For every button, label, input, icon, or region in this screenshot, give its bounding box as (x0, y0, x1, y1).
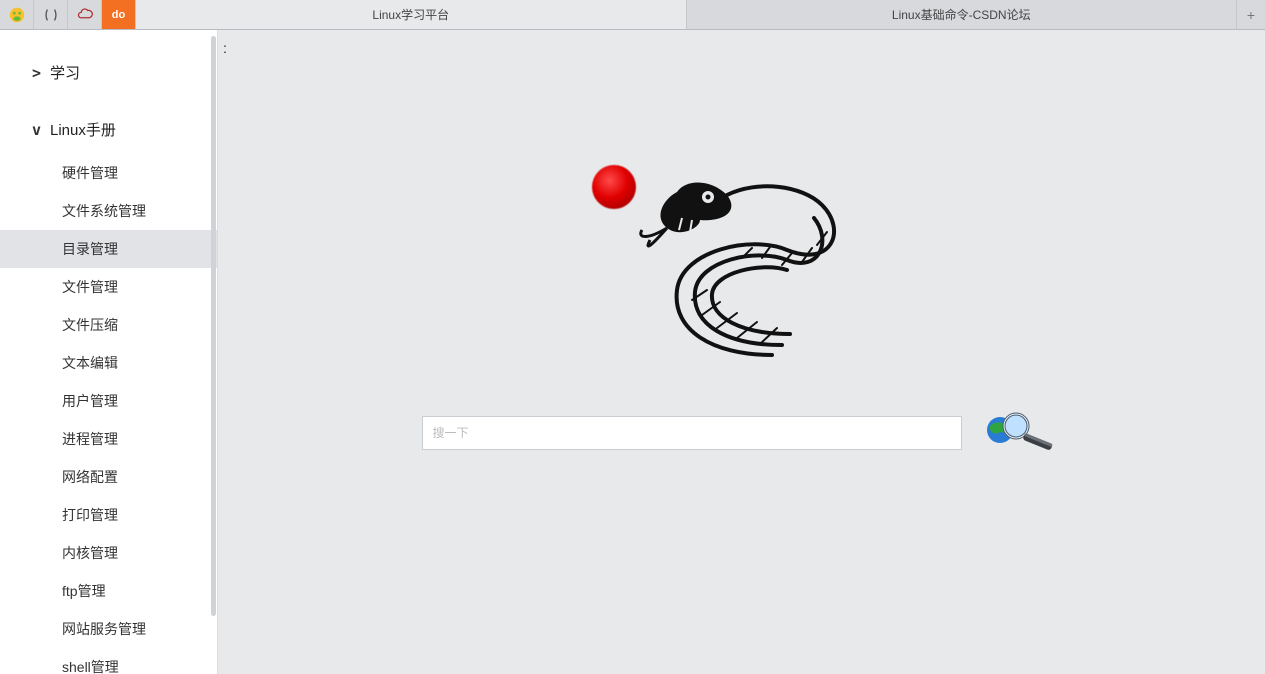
manual-item-filesystem[interactable]: 文件系统管理 (0, 192, 217, 230)
search-input[interactable] (422, 416, 962, 450)
chevron-right-icon: > (32, 64, 50, 82)
tab-linux-study[interactable]: Linux学习平台 (136, 0, 687, 29)
manual-item-directory[interactable]: 目录管理 (0, 230, 217, 268)
content-area: : (218, 30, 1265, 674)
cloud-icon[interactable] (68, 0, 102, 29)
nav-label: Linux手册 (50, 119, 116, 140)
world-magnifier-icon (982, 410, 1062, 450)
search-row (422, 410, 1062, 455)
manual-item-process[interactable]: 进程管理 (0, 420, 217, 458)
manual-item-user[interactable]: 用户管理 (0, 382, 217, 420)
new-tab-button[interactable]: + (1237, 0, 1265, 29)
do-icon[interactable]: do (102, 0, 136, 29)
snake-icon (592, 140, 892, 370)
nav-linux-manual[interactable]: v Linux手册 (0, 97, 217, 154)
manual-item-print[interactable]: 打印管理 (0, 496, 217, 534)
manual-item-website[interactable]: 网站服务管理 (0, 610, 217, 648)
manual-item-kernel[interactable]: 内核管理 (0, 534, 217, 572)
nav-label: 学习 (50, 62, 80, 83)
manual-item-shell[interactable]: shell管理 (0, 648, 217, 674)
tab-csdn-forum[interactable]: Linux基础命令-CSDN论坛 (687, 0, 1238, 29)
manual-item-ftp[interactable]: ftp管理 (0, 572, 217, 610)
search-button[interactable] (982, 410, 1062, 455)
leopard-icon[interactable] (0, 0, 34, 29)
tab-label: Linux学习平台 (372, 6, 449, 23)
red-ball-icon (592, 165, 636, 209)
manual-item-file[interactable]: 文件管理 (0, 268, 217, 306)
sidebar: > 学习 v Linux手册 硬件管理 文件系统管理 目录管理 文件管理 文件压… (0, 30, 218, 674)
manual-item-textedit[interactable]: 文本编辑 (0, 344, 217, 382)
hero-logo (592, 140, 892, 370)
manual-item-hardware[interactable]: 硬件管理 (0, 154, 217, 192)
tab-label: Linux基础命令-CSDN论坛 (892, 6, 1031, 23)
scrollbar-thumb[interactable] (211, 36, 216, 616)
nav-study[interactable]: > 学习 (0, 48, 217, 97)
stray-colon: : (223, 40, 227, 56)
manual-item-compress[interactable]: 文件压缩 (0, 306, 217, 344)
browser-toolbar: do Linux学习平台 Linux基础命令-CSDN论坛 + (0, 0, 1265, 30)
manual-item-network[interactable]: 网络配置 (0, 458, 217, 496)
main-area: > 学习 v Linux手册 硬件管理 文件系统管理 目录管理 文件管理 文件压… (0, 30, 1265, 674)
script-icon[interactable] (34, 0, 68, 29)
chevron-down-icon: v (32, 121, 50, 139)
